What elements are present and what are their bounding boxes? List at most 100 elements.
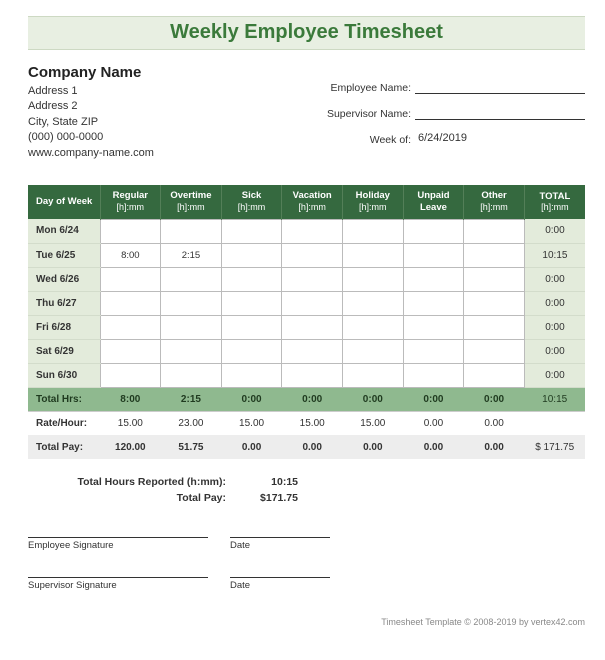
cell-overtime[interactable]: [161, 339, 222, 363]
cell-unpaid[interactable]: [403, 267, 464, 291]
rate-row-regular[interactable]: 15.00: [100, 411, 161, 435]
cell-vacation[interactable]: [282, 363, 343, 387]
pay-row: Total Pay:120.0051.750.000.000.000.000.0…: [28, 435, 585, 459]
cell-regular[interactable]: [100, 363, 161, 387]
rate-row-total: [524, 411, 585, 435]
week-of-value: 6/24/2019: [415, 132, 585, 146]
company-website: www.company-name.com: [28, 146, 305, 161]
col-overtime: Overtime[h]:mm: [161, 185, 222, 219]
cell-unpaid[interactable]: [403, 315, 464, 339]
cell-regular[interactable]: [100, 339, 161, 363]
cell-unpaid[interactable]: [403, 243, 464, 267]
cell-other[interactable]: [464, 339, 525, 363]
cell-other[interactable]: [464, 291, 525, 315]
cell-total: 0:00: [524, 315, 585, 339]
rate-row-overtime[interactable]: 23.00: [161, 411, 222, 435]
cell-overtime[interactable]: [161, 291, 222, 315]
supervisor-name-label: Supervisor Name:: [315, 108, 415, 120]
cell-regular[interactable]: [100, 315, 161, 339]
cell-unpaid[interactable]: [403, 219, 464, 243]
cell-regular[interactable]: [100, 291, 161, 315]
cell-regular[interactable]: [100, 267, 161, 291]
cell-total: 10:15: [524, 243, 585, 267]
total-hrs-row-sick: 0:00: [221, 387, 282, 411]
col-regular: Regular[h]:mm: [100, 185, 161, 219]
cell-unpaid[interactable]: [403, 363, 464, 387]
cell-other[interactable]: [464, 315, 525, 339]
cell-sick[interactable]: [221, 315, 282, 339]
cell-sick[interactable]: [221, 339, 282, 363]
cell-overtime[interactable]: [161, 267, 222, 291]
pay-row-other: 0.00: [464, 435, 525, 459]
header-block: Company Name Address 1 Address 2 City, S…: [28, 62, 585, 161]
cell-vacation[interactable]: [282, 219, 343, 243]
total-hrs-row-other: 0:00: [464, 387, 525, 411]
rate-row-other[interactable]: 0.00: [464, 411, 525, 435]
meta-block: Employee Name: Supervisor Name: Week of:…: [315, 62, 585, 161]
total-hrs-row-vacation: 0:00: [282, 387, 343, 411]
col-day: Day of Week: [28, 185, 100, 219]
rate-row-holiday[interactable]: 15.00: [343, 411, 404, 435]
pay-row-overtime: 51.75: [161, 435, 222, 459]
supervisor-signature-date[interactable]: Date: [230, 577, 330, 591]
cell-sick[interactable]: [221, 363, 282, 387]
cell-overtime[interactable]: [161, 219, 222, 243]
rate-row-sick[interactable]: 15.00: [221, 411, 282, 435]
cell-holiday[interactable]: [343, 363, 404, 387]
pay-row-vacation: 0.00: [282, 435, 343, 459]
cell-unpaid[interactable]: [403, 291, 464, 315]
employee-signature-line[interactable]: Employee Signature: [28, 537, 208, 551]
timesheet-table: Day of Week Regular[h]:mm Overtime[h]:mm…: [28, 185, 585, 459]
signature-block: Employee Signature Date Supervisor Signa…: [28, 537, 585, 591]
company-phone: (000) 000-0000: [28, 130, 305, 145]
cell-vacation[interactable]: [282, 315, 343, 339]
cell-holiday[interactable]: [343, 291, 404, 315]
cell-holiday[interactable]: [343, 339, 404, 363]
cell-regular[interactable]: 8:00: [100, 243, 161, 267]
cell-holiday[interactable]: [343, 315, 404, 339]
cell-other[interactable]: [464, 243, 525, 267]
total-hrs-row-label: Total Hrs:: [28, 387, 100, 411]
summary-block: Total Hours Reported (h:mm): 10:15 Total…: [28, 475, 585, 507]
supervisor-name-field[interactable]: [415, 106, 585, 120]
rate-row-unpaid[interactable]: 0.00: [403, 411, 464, 435]
supervisor-signature-line[interactable]: Supervisor Signature: [28, 577, 208, 591]
cell-holiday[interactable]: [343, 219, 404, 243]
row-day-label: Thu 6/27: [28, 291, 100, 315]
col-total: TOTAL[h]:mm: [524, 185, 585, 219]
rate-row-label: Rate/Hour:: [28, 411, 100, 435]
cell-vacation[interactable]: [282, 291, 343, 315]
footer-text: Timesheet Template © 2008-2019 by vertex…: [28, 617, 585, 627]
col-holiday: Holiday[h]:mm: [343, 185, 404, 219]
cell-overtime[interactable]: 2:15: [161, 243, 222, 267]
cell-unpaid[interactable]: [403, 339, 464, 363]
row-day-label: Fri 6/28: [28, 315, 100, 339]
cell-other[interactable]: [464, 267, 525, 291]
cell-other[interactable]: [464, 363, 525, 387]
cell-vacation[interactable]: [282, 243, 343, 267]
cell-vacation[interactable]: [282, 339, 343, 363]
table-row: Fri 6/28 0:00: [28, 315, 585, 339]
cell-other[interactable]: [464, 219, 525, 243]
cell-holiday[interactable]: [343, 243, 404, 267]
cell-sick[interactable]: [221, 219, 282, 243]
row-day-label: Wed 6/26: [28, 267, 100, 291]
total-hrs-row: Total Hrs:8:002:150:000:000:000:000:0010…: [28, 387, 585, 411]
col-vacation: Vacation[h]:mm: [282, 185, 343, 219]
cell-vacation[interactable]: [282, 267, 343, 291]
cell-regular[interactable]: [100, 219, 161, 243]
rate-row: Rate/Hour:15.0023.0015.0015.0015.000.000…: [28, 411, 585, 435]
cell-sick[interactable]: [221, 267, 282, 291]
table-header-row: Day of Week Regular[h]:mm Overtime[h]:mm…: [28, 185, 585, 219]
cell-sick[interactable]: [221, 243, 282, 267]
summary-hours-label: Total Hours Reported (h:mm):: [28, 475, 238, 491]
cell-sick[interactable]: [221, 291, 282, 315]
cell-holiday[interactable]: [343, 267, 404, 291]
table-row: Mon 6/240:00: [28, 219, 585, 243]
cell-overtime[interactable]: [161, 315, 222, 339]
employee-signature-date[interactable]: Date: [230, 537, 330, 551]
cell-overtime[interactable]: [161, 363, 222, 387]
employee-name-field[interactable]: [415, 80, 585, 94]
table-row: Tue 6/258:002:1510:15: [28, 243, 585, 267]
rate-row-vacation[interactable]: 15.00: [282, 411, 343, 435]
